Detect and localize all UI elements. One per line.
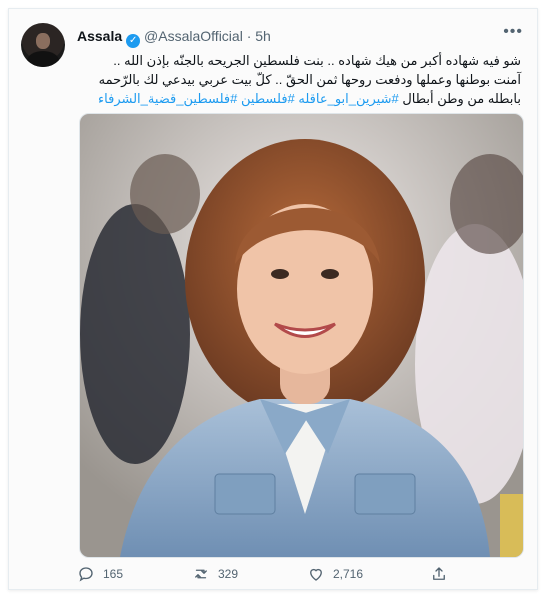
action-bar: 165 329 2,716: [77, 565, 477, 587]
tweet-text-line-3: بابطله من وطن أبطال #شيرين_ابو_عاقله #فل…: [77, 89, 521, 108]
tweet-text-line-3-plain: بابطله من وطن أبطال: [398, 91, 521, 106]
share-icon: [433, 567, 445, 580]
more-horizontal-icon[interactable]: •••: [503, 23, 523, 41]
avatar[interactable]: [21, 23, 65, 67]
tweet-text-line-1: شو فيه شهاده أكبر من هيك شهاده .. بنت فل…: [113, 53, 521, 68]
verified-badge-icon: ✓: [126, 34, 141, 48]
avatar-body: [27, 51, 59, 67]
separator-dot: ·: [246, 28, 252, 44]
tweet-time[interactable]: 5h: [255, 28, 271, 44]
share-button[interactable]: [430, 565, 448, 583]
author-name[interactable]: Assala: [77, 28, 122, 44]
avatar-face: [36, 33, 50, 49]
like-button[interactable]: 2,716: [307, 565, 363, 583]
retweet-icon: [195, 569, 207, 579]
photo-illustration: [80, 114, 523, 557]
tweet-header: Assala ✓ @AssalaOfficial · 5h: [77, 27, 271, 48]
like-count: 2,716: [333, 567, 364, 581]
author-handle[interactable]: @AssalaOfficial: [144, 28, 243, 44]
reply-button[interactable]: 165: [77, 565, 123, 583]
reply-icon: [79, 567, 93, 582]
heart-icon: [310, 568, 322, 581]
hashtag-links[interactable]: #شيرين_ابو_عاقله #فلسطين #فلسطين_قضية_ال…: [98, 91, 399, 106]
tweet-photo[interactable]: [79, 113, 524, 558]
reply-count: 165: [103, 567, 124, 581]
retweet-count: 329: [218, 567, 239, 581]
tweet-text: شو فيه شهاده أكبر من هيك شهاده .. بنت فل…: [77, 51, 521, 108]
tweet-card[interactable]: Assala ✓ @AssalaOfficial · 5h ••• شو فيه …: [8, 8, 538, 590]
retweet-button[interactable]: 329: [192, 565, 238, 583]
tweet-text-line-2: آمنت بوطنها وعملها ودفعت روحها ثمن الحقّ…: [98, 72, 521, 87]
